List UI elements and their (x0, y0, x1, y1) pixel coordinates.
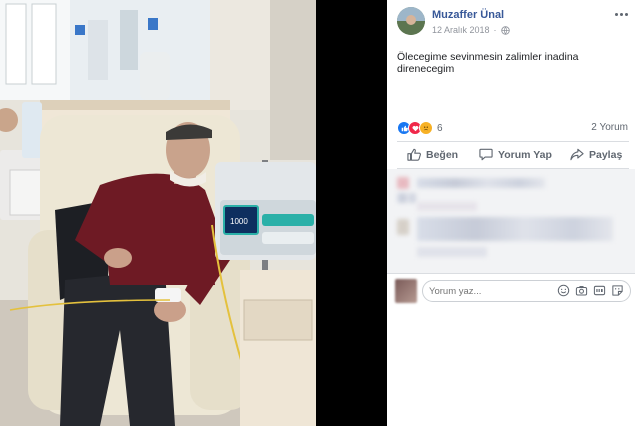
gif-icon[interactable] (593, 284, 606, 297)
blurred-avatar (397, 177, 409, 189)
blurred-comment-line (417, 217, 613, 241)
author-name[interactable]: Muzaffer Ünal (432, 9, 504, 21)
separator-dot: · (493, 25, 497, 35)
post-panel: Muzaffer Ünal 12 Aralık 2018 · Ölecegime… (387, 0, 635, 426)
post-photo[interactable]: 1000 (0, 0, 316, 426)
like-label: Beğen (426, 148, 459, 161)
comment-icon (479, 148, 493, 161)
comment-input[interactable] (429, 283, 549, 299)
more-options-icon[interactable] (613, 8, 629, 20)
composer-icons (557, 284, 624, 297)
commenter-avatar (395, 279, 417, 303)
comment-button[interactable]: Yorum Yap (479, 148, 552, 161)
post-text: Ölecegime sevinmesin zalimler inadina di… (397, 51, 579, 75)
share-label: Paylaş (589, 148, 623, 161)
comment-label: Yorum Yap (498, 148, 552, 161)
photo-illustration: 1000 (0, 0, 316, 426)
thumbs-up-icon (407, 148, 421, 161)
photo-viewer[interactable]: 1000 (0, 0, 387, 426)
blurred-comment-line (417, 202, 477, 211)
pump-display-value: 1000 (230, 217, 248, 226)
camera-icon[interactable] (575, 284, 588, 297)
divider (387, 273, 635, 274)
like-button[interactable]: Beğen (407, 148, 458, 161)
globe-icon[interactable] (500, 25, 510, 35)
post-meta: 12 Aralık 2018 · (432, 25, 510, 35)
share-button[interactable]: Paylaş (570, 148, 622, 161)
share-icon (570, 148, 584, 161)
blurred-comment-line (417, 247, 487, 257)
blurred-comment-line (417, 178, 545, 188)
sticker-icon[interactable] (611, 284, 624, 297)
avatar[interactable] (397, 7, 425, 35)
post-date[interactable]: 12 Aralık 2018 (432, 25, 490, 35)
divider (397, 141, 629, 142)
sad-reaction-icon (419, 121, 433, 135)
reaction-summary[interactable]: 6 (397, 121, 443, 135)
emoji-icon[interactable] (557, 284, 570, 297)
comment-count[interactable]: 2 Yorum (591, 122, 628, 133)
reaction-count[interactable]: 6 (437, 123, 443, 134)
blurred-comments (387, 169, 635, 273)
comment-input-box[interactable] (422, 280, 631, 302)
blurred-avatar (397, 219, 409, 235)
blurred-comment-line (397, 193, 417, 203)
